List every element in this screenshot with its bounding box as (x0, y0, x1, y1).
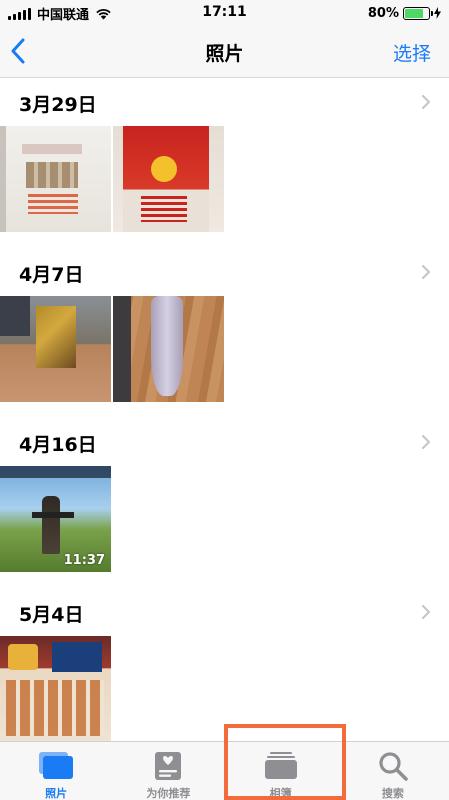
photo-thumbnail[interactable] (113, 126, 224, 232)
tab-photos[interactable]: 照片 (0, 742, 112, 800)
tab-label: 相簿 (269, 787, 292, 800)
thumbnail-row (0, 126, 449, 232)
chevron-right-icon (421, 264, 431, 280)
photo-thumbnail[interactable] (0, 296, 111, 402)
thumbnail-row (0, 636, 449, 741)
section-date: 4月7日 (19, 264, 84, 286)
tab-label: 搜索 (381, 787, 404, 800)
chevron-right-icon (421, 604, 431, 620)
section-header[interactable]: 5月4日 (0, 588, 449, 636)
tab-label: 照片 (45, 787, 68, 800)
tab-search[interactable]: 搜索 (337, 742, 449, 800)
battery-icon (403, 7, 433, 20)
select-button[interactable]: 选择 (393, 39, 431, 66)
date-section: 3月29日 (0, 78, 449, 232)
battery-fill (405, 9, 424, 18)
for-you-icon (155, 752, 182, 780)
date-section: 4月16日 11:37 (0, 418, 449, 572)
photos-icon (39, 752, 74, 779)
chevron-right-icon (421, 434, 431, 450)
date-section: 4月7日 (0, 248, 449, 402)
status-bar: 中国联通 17:11 80% (0, 0, 449, 26)
tab-label: 为你推荐 (146, 787, 191, 800)
video-duration: 11:37 (63, 553, 105, 568)
thumbnail-row: 11:37 (0, 466, 449, 572)
section-date: 3月29日 (19, 94, 97, 116)
status-right: 80% (368, 4, 441, 23)
tab-albums[interactable]: 相簿 (225, 742, 337, 800)
battery-percent: 80% (367, 6, 399, 21)
navigation-bar: 照片 选择 (0, 26, 449, 78)
photo-thumbnail[interactable] (0, 636, 111, 741)
search-icon (379, 752, 408, 781)
section-header[interactable]: 4月16日 (0, 418, 449, 466)
date-section: 5月4日 (0, 588, 449, 741)
albums-icon (264, 752, 297, 779)
section-date: 4月16日 (19, 434, 97, 456)
chevron-right-icon (421, 94, 431, 110)
photo-timeline[interactable]: 3月29日 4月7日 4月16日 11:37 5月4日 (0, 78, 449, 741)
photo-thumbnail[interactable] (0, 126, 111, 232)
tab-bar: 照片 为你推荐 相簿 搜索 (0, 741, 449, 800)
section-date: 5月4日 (19, 604, 84, 626)
photo-thumbnail[interactable] (113, 296, 224, 402)
section-header[interactable]: 4月7日 (0, 248, 449, 296)
section-header[interactable]: 3月29日 (0, 78, 449, 126)
tab-for-you[interactable]: 为你推荐 (112, 742, 224, 800)
video-thumbnail[interactable]: 11:37 (0, 466, 111, 572)
charging-bolt-icon (434, 4, 441, 23)
thumbnail-row (0, 296, 449, 402)
page-title: 照片 (205, 43, 244, 65)
